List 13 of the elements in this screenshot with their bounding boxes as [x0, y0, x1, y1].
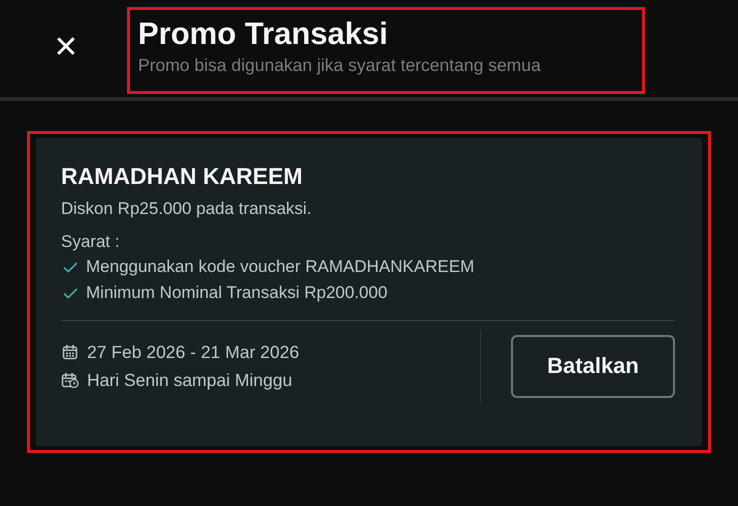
condition-text: Menggunakan kode voucher RAMADHANKAREEM	[86, 256, 474, 278]
promo-days: Hari Senin sampai Minggu	[87, 368, 292, 392]
promo-description: Diskon Rp25.000 pada transaksi.	[61, 198, 312, 220]
calendar-icon	[61, 344, 79, 360]
calendar-clock-icon	[61, 372, 79, 388]
conditions-label: Syarat :	[61, 231, 121, 253]
condition-text: Minimum Nominal Transaksi Rp200.000	[86, 282, 388, 304]
page-subtitle: Promo bisa digunakan jika syarat tercentang semua	[138, 54, 542, 77]
close-button[interactable]: ✕	[36, 22, 96, 72]
promo-name: RAMADHAN KAREEM	[61, 162, 304, 191]
cancel-button[interactable]: Batalkan	[511, 334, 675, 398]
promo-period: 27 Feb 2026 - 21 Mar 2026	[87, 341, 300, 364]
page-title: Promo Transaksi	[138, 16, 389, 52]
